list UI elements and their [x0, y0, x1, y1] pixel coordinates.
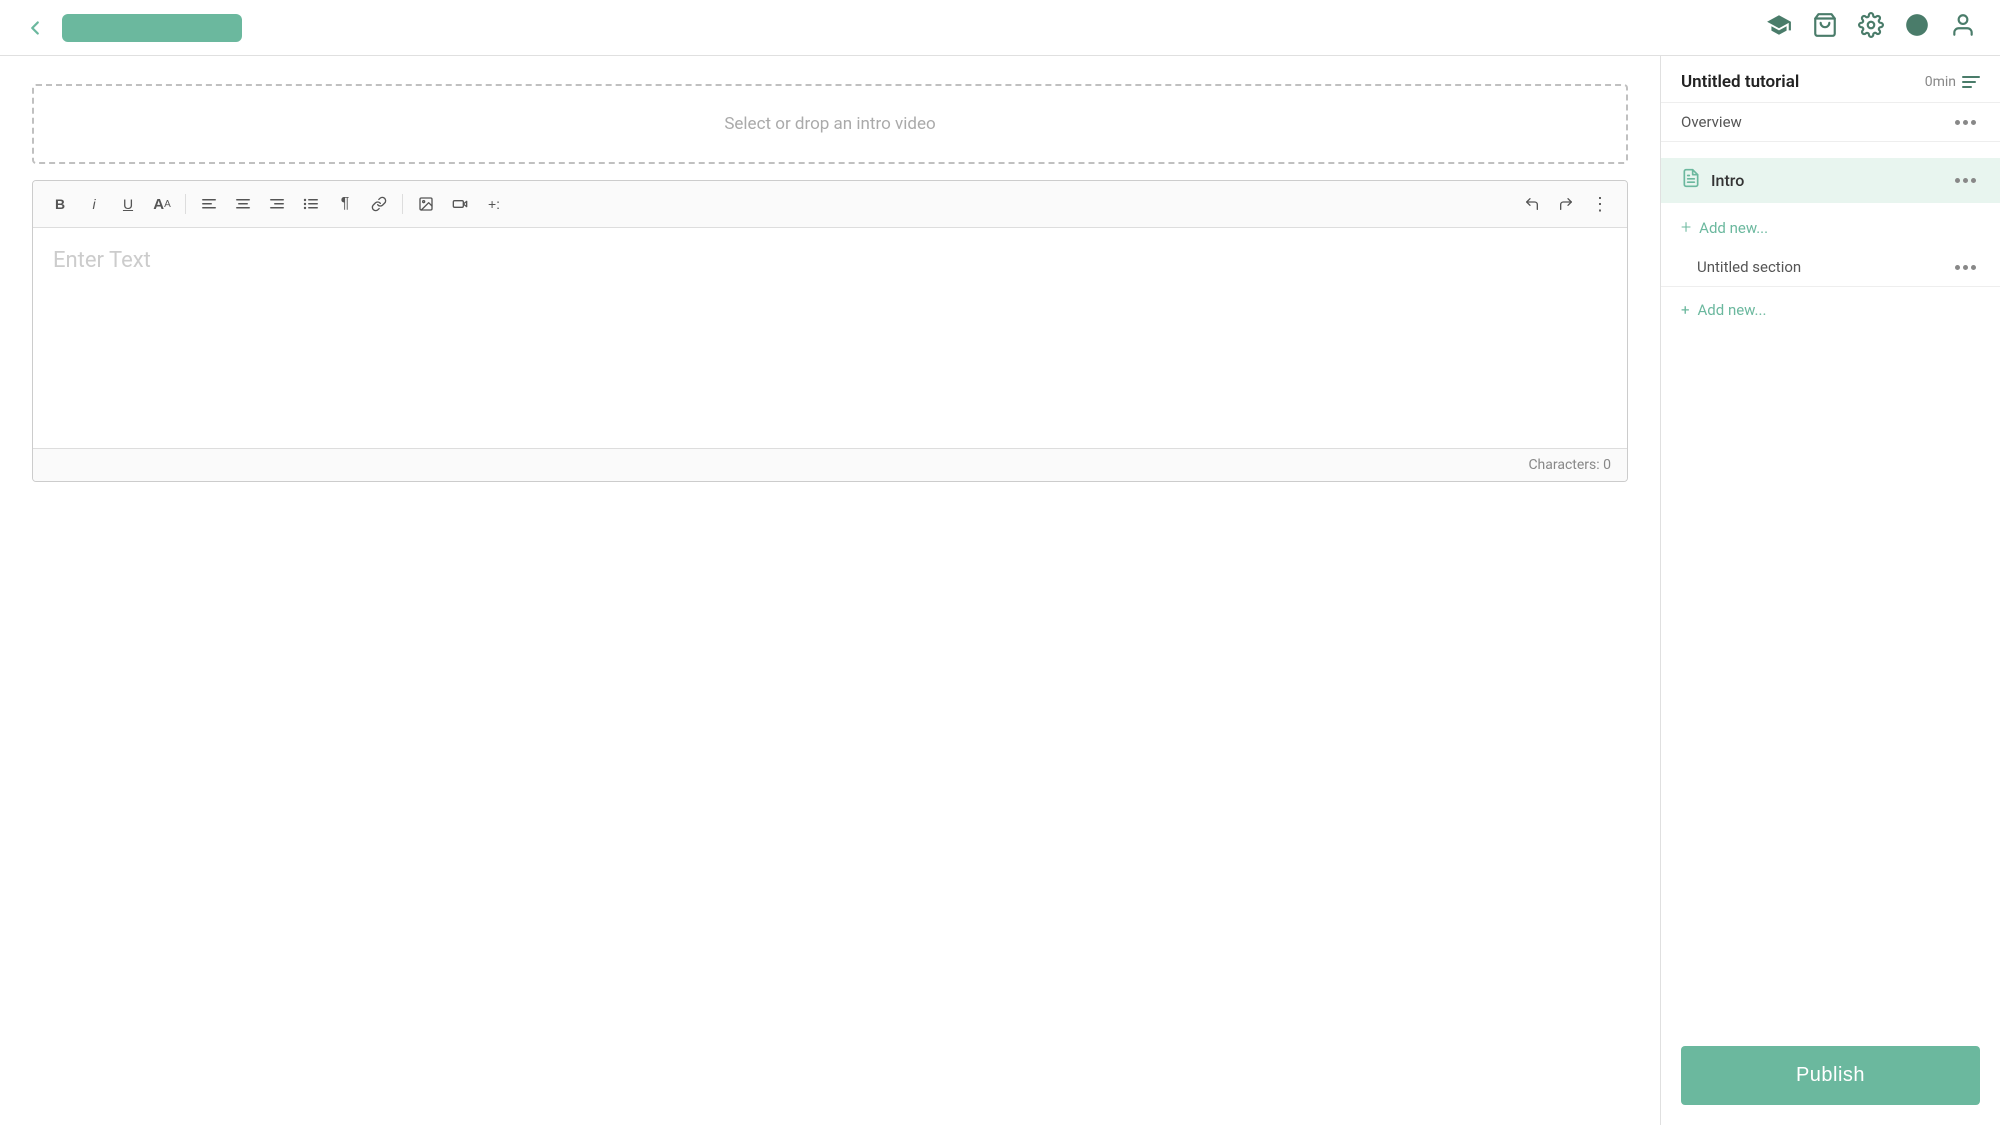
sidebar-header: Untitled tutorial 0min — [1661, 56, 2000, 103]
intro-label: Intro — [1711, 171, 1744, 190]
plus-icon-2: + — [1681, 301, 1690, 319]
more-insert-button[interactable]: +: — [479, 189, 509, 219]
untitled-section-label: Untitled section — [1697, 258, 1801, 276]
video-drop-zone[interactable]: Select or drop an intro video — [32, 84, 1628, 164]
char-count-label: Characters: 0 — [1528, 457, 1611, 473]
intro-options-button[interactable] — [1951, 174, 1980, 187]
image-button[interactable] — [411, 189, 441, 219]
tutorial-duration-row: 0min — [1925, 74, 1980, 90]
toolbar-divider-2 — [402, 194, 403, 214]
text-editor: B i U AA ¶ — [32, 180, 1628, 482]
back-button[interactable] — [24, 17, 46, 39]
align-center-button[interactable] — [228, 189, 258, 219]
overview-label: Overview — [1681, 113, 1742, 131]
text-editor-input[interactable]: Enter Text — [33, 228, 1627, 448]
main-content: Select or drop an intro video B i U AA — [0, 56, 2000, 1125]
title-pill — [62, 14, 242, 42]
overview-row: Overview — [1661, 103, 2000, 142]
tutorial-duration: 0min — [1925, 74, 1956, 90]
italic-button[interactable]: i — [79, 189, 109, 219]
top-bar — [0, 0, 2000, 56]
video-drop-label: Select or drop an intro video — [724, 114, 935, 134]
add-new-button-2[interactable]: + Add new... — [1661, 291, 2000, 329]
paragraph-button[interactable]: ¶ — [330, 189, 360, 219]
filter-icon[interactable] — [1962, 76, 1980, 88]
text-placeholder: Enter Text — [53, 248, 151, 273]
redo-button[interactable] — [1551, 189, 1581, 219]
top-bar-left — [24, 14, 242, 42]
circle-icon[interactable] — [1904, 12, 1930, 44]
video-button[interactable] — [445, 189, 475, 219]
gear-icon[interactable] — [1858, 12, 1884, 44]
bold-button[interactable]: B — [45, 189, 75, 219]
char-count: Characters: 0 — [33, 448, 1627, 481]
list-button[interactable] — [296, 189, 326, 219]
overview-options-button[interactable] — [1951, 116, 1980, 129]
add-new-button-1[interactable]: + Add new... — [1661, 207, 2000, 248]
add-new-label-2: Add new... — [1698, 301, 1767, 319]
sidebar-content: Intro + Add new... Untitled section — [1661, 142, 2000, 1030]
untitled-section-options-button[interactable] — [1951, 261, 1980, 274]
underline-button[interactable]: U — [113, 189, 143, 219]
top-bar-right — [1766, 12, 1976, 44]
intro-item[interactable]: Intro — [1661, 158, 2000, 203]
graduation-cap-icon[interactable] — [1766, 12, 1792, 44]
align-right-button[interactable] — [262, 189, 292, 219]
tutorial-title: Untitled tutorial — [1681, 72, 1799, 92]
editor-area: Select or drop an intro video B i U AA — [0, 56, 1660, 1125]
right-sidebar: Untitled tutorial 0min Overview — [1660, 56, 2000, 1125]
plus-icon-1: + — [1681, 217, 1691, 238]
publish-button[interactable]: Publish — [1681, 1046, 1980, 1105]
link-button[interactable] — [364, 189, 394, 219]
undo-button[interactable] — [1517, 189, 1547, 219]
font-size-button[interactable]: AA — [147, 189, 177, 219]
untitled-section-item[interactable]: Untitled section — [1661, 248, 2000, 287]
toolbar-divider-1 — [185, 194, 186, 214]
intro-item-left: Intro — [1681, 168, 1744, 193]
options-button[interactable]: ⋮ — [1585, 189, 1615, 219]
user-icon[interactable] — [1950, 12, 1976, 44]
add-new-label-1: Add new... — [1699, 219, 1768, 237]
bag-icon[interactable] — [1812, 12, 1838, 44]
align-left-button[interactable] — [194, 189, 224, 219]
tutorial-title-row: Untitled tutorial 0min — [1681, 72, 1980, 92]
editor-toolbar: B i U AA ¶ — [33, 181, 1627, 228]
doc-icon — [1681, 168, 1701, 193]
